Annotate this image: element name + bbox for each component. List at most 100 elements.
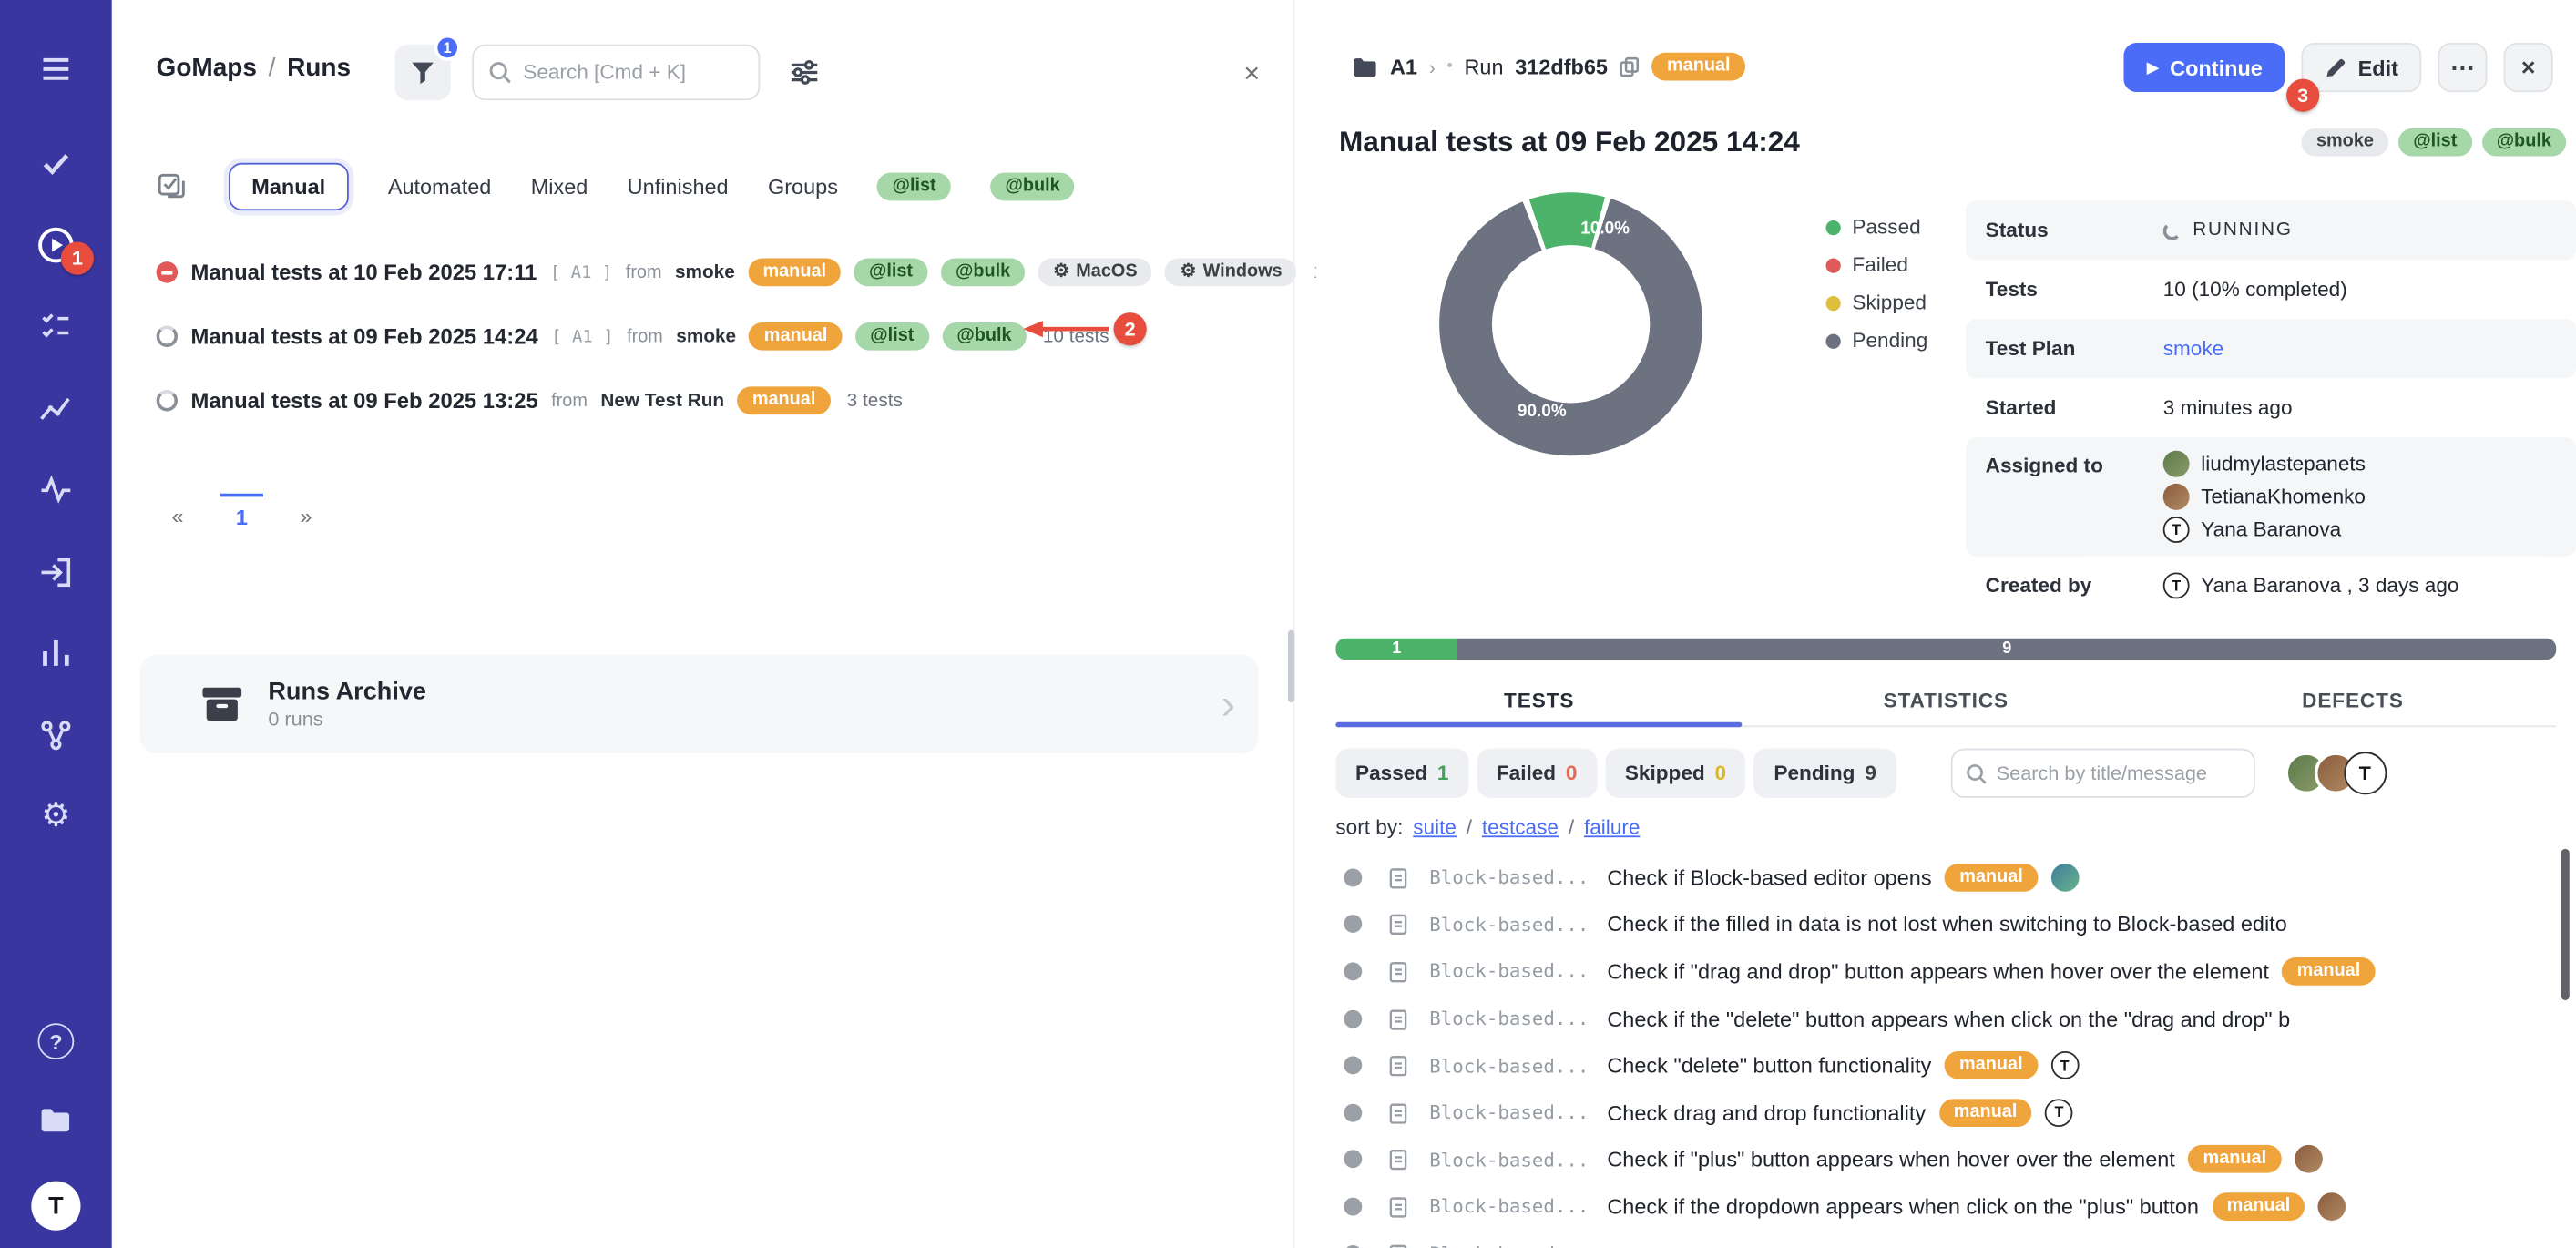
info-row-assigned: Assigned to liudmylastepanets TetianaKho… [1966,437,2576,556]
test-row[interactable]: Block-based... Check if "plus" button ap… [1335,1136,2375,1183]
pagination: « 1 » [157,494,328,537]
run-plan-ref: [ A1 ] [551,326,614,346]
pagination-next[interactable]: » [284,494,327,537]
tab-unfinished[interactable]: Unfinished [628,174,729,199]
export-icon[interactable] [0,555,112,591]
annotation-marker-1: 1 [61,241,94,274]
clipboard-icon [1386,912,1409,936]
avatar: T [2344,752,2387,794]
test-title: Check if the "delete" button appears whe… [1607,1006,2290,1030]
assignee-avatar [2318,1192,2346,1221]
archive-box-icon [200,684,243,723]
test-row[interactable]: Block-based... Check if Block-based edit… [1335,854,2375,901]
test-title: Check drag and drop functionality [1607,1100,1926,1125]
filter-button[interactable]: 1 [394,45,450,100]
clipboard-icon [1386,1194,1409,1219]
activity-icon[interactable] [0,470,112,506]
test-title: Check "delete" button functionality [1607,1053,1931,1078]
search-input[interactable] [523,61,743,84]
progress-passed-segment: 1 [1335,639,1457,660]
sort-by-testcase[interactable]: testcase [1482,816,1559,839]
run-detail-panel: A1 › • Run 312dfb65 manual ▶ Continue Ed… [1316,0,2576,1248]
creator-avatar: T [2163,572,2190,598]
pagination-prev[interactable]: « [157,494,199,537]
annotation-marker-2: 2 [1114,312,1147,345]
sort-by-suite[interactable]: suite [1413,816,1457,839]
run-type-pill: manual [750,322,843,351]
filter-skipped-button[interactable]: Skipped0 [1605,749,1746,798]
test-plan-link[interactable]: smoke [2163,337,2224,360]
run-source: smoke [676,326,736,346]
test-status-icon [1344,1103,1362,1121]
test-runs-icon[interactable] [0,225,112,264]
test-row[interactable]: Block-based... [1335,1230,2375,1248]
tag-chip-bulk[interactable]: @bulk [990,172,1075,200]
menu-icon[interactable] [0,51,112,87]
tab-manual[interactable]: Manual [229,162,348,210]
search-icon [1965,762,1986,783]
assignee-avatar [2163,484,2190,510]
tests-value: 10 (10% completed) [2163,278,2347,301]
divider-scroll-thumb[interactable] [1288,630,1294,702]
annotation-arrow [1020,318,1112,341]
tab-defects[interactable]: DEFECTS [2150,674,2557,725]
tab-tests[interactable]: TESTS [1335,674,1743,725]
run-status-failed-icon [157,261,178,282]
settings-gear-icon[interactable]: ⚙ [0,800,112,833]
run-env-pill: ⚙MacOS [1038,259,1152,287]
run-row[interactable]: Manual tests at 10 Feb 2025 17:11 [ A1 ]… [112,240,1286,304]
projects-folder-icon[interactable] [0,1106,112,1136]
test-type-pill: manual [1945,1051,2038,1079]
test-row[interactable]: Block-based... Check drag and drop funct… [1335,1089,2375,1136]
sort-row: sort by: suite / testcase / failure [1335,816,1640,839]
test-plans-icon[interactable] [0,308,112,344]
test-row[interactable]: Block-based... Check if the filled in da… [1335,901,2375,948]
user-avatar[interactable]: T [0,1182,112,1231]
close-panel-icon[interactable]: × [1233,56,1270,92]
tab-groups[interactable]: Groups [768,174,838,199]
test-row[interactable]: Block-based... Check if the dropdown app… [1335,1183,2375,1231]
test-row[interactable]: Block-based... Check "delete" button fun… [1335,1042,2375,1089]
tab-mixed[interactable]: Mixed [531,174,588,199]
analytics-icon[interactable] [0,390,112,426]
sort-by-failure[interactable]: failure [1584,816,1640,839]
gear-icon: ⚙ [1181,263,1197,281]
test-row[interactable]: Block-based... Check if "drag and drop" … [1335,948,2375,996]
pagination-page-1[interactable]: 1 [220,494,263,537]
view-settings-icon[interactable] [790,57,820,87]
help-icon[interactable]: ? [0,1023,112,1059]
info-row-status: Status RUNNING [1966,200,2576,260]
runs-search [472,45,760,100]
run-status-running-icon [157,326,178,347]
test-row[interactable]: Block-based... Check if the "delete" but… [1335,995,2375,1042]
filter-pending-button[interactable]: Pending9 [1754,749,1896,798]
vertical-scrollbar-thumb[interactable] [2561,849,2570,1000]
breadcrumb-project[interactable]: GoMaps [157,55,257,85]
run-env-pill: ⚙Windows [1165,259,1297,287]
test-status-icon [1344,1151,1362,1169]
chevron-right-icon[interactable]: › [1222,682,1236,725]
tab-automated[interactable]: Automated [388,174,492,199]
test-search-input[interactable] [1997,762,2240,784]
tab-statistics[interactable]: STATISTICS [1743,674,2150,725]
assignee-avatar: T [2050,1051,2079,1079]
donut-pending-label: 90.0% [1518,401,1567,421]
filter-count-badge: 1 [434,35,461,61]
reports-icon[interactable] [0,635,112,671]
run-from-label: from [626,262,662,282]
started-value: 3 minutes ago [2163,396,2293,419]
runs-archive-row[interactable]: Runs Archive 0 runs › [139,655,1258,753]
breadcrumb: GoMaps / Runs [157,55,351,85]
filter-passed-button[interactable]: Passed1 [1335,749,1468,798]
archive-title: Runs Archive [268,678,426,706]
assignee-filter-avatars[interactable]: T [2285,752,2387,794]
integrations-icon[interactable] [0,717,112,753]
run-row[interactable]: Manual tests at 09 Feb 2025 13:25 from N… [112,369,1286,433]
select-runs-icon[interactable] [157,169,189,202]
tag-chip-list[interactable]: @list [877,172,951,200]
filter-failed-button[interactable]: Failed0 [1477,749,1597,798]
assignee-avatar: T [2163,517,2190,543]
clipboard-icon [1386,865,1409,890]
annotation-marker-3: 3 [2286,79,2319,112]
test-cases-icon[interactable] [0,147,112,183]
